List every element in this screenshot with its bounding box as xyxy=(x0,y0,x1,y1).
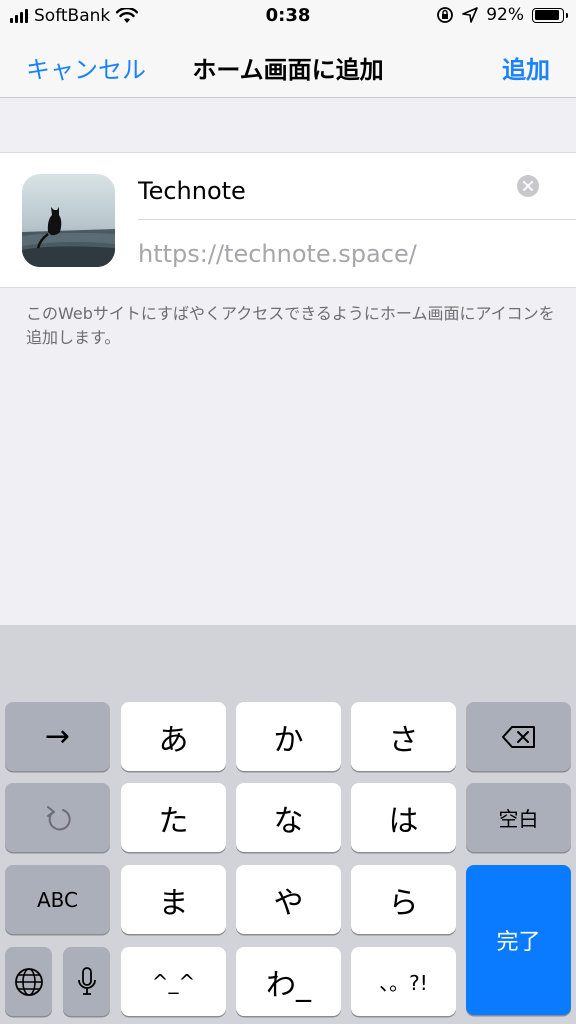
emoticon-key[interactable]: ^_^ xyxy=(121,947,226,1016)
key-na[interactable]: な xyxy=(236,783,341,852)
dictation-key[interactable] xyxy=(63,947,110,1016)
battery-icon xyxy=(532,7,568,23)
key-ta[interactable]: た xyxy=(121,783,226,852)
title-field[interactable] xyxy=(138,171,498,211)
battery-percent: 92% xyxy=(486,5,524,25)
backspace-icon xyxy=(501,725,535,748)
backspace-key[interactable] xyxy=(466,702,571,771)
bookmark-card: https://technote.space/ xyxy=(0,152,576,288)
undo-icon xyxy=(46,805,71,830)
status-right: 92% xyxy=(436,5,568,25)
next-candidate-key[interactable]: → xyxy=(5,702,110,771)
close-icon xyxy=(523,181,533,191)
microphone-icon xyxy=(77,966,96,995)
help-text: このWebサイトにすばやくアクセスできるようにホーム画面にアイコンを追加します。 xyxy=(26,304,555,347)
key-ka[interactable]: か xyxy=(236,702,341,771)
space-key[interactable]: 空白 xyxy=(466,783,571,852)
key-ra[interactable]: ら xyxy=(351,865,456,934)
site-icon-image xyxy=(22,174,115,267)
key-a[interactable]: あ xyxy=(121,702,226,771)
undo-key[interactable] xyxy=(5,783,110,852)
done-key[interactable]: 完了 xyxy=(466,865,571,1015)
status-bar: SoftBank 0:38 92% xyxy=(0,0,576,34)
url-text: https://technote.space/ xyxy=(138,240,417,268)
rotation-lock-icon xyxy=(437,7,454,23)
abc-key[interactable]: ABC xyxy=(5,865,110,934)
globe-key[interactable] xyxy=(5,947,52,1016)
key-ya[interactable]: や xyxy=(236,865,341,934)
globe-icon xyxy=(14,967,43,996)
key-ha[interactable]: は xyxy=(351,783,456,852)
keyboard: → あ か さ た な は 空白 ABC ま や ら 完了 ^_^ わ_ 、。?… xyxy=(0,625,576,1024)
navigation-bar: キャンセル ホーム画面に追加 追加 xyxy=(0,34,576,98)
location-arrow-icon xyxy=(462,7,479,23)
field-divider xyxy=(138,219,576,220)
clear-text-button[interactable] xyxy=(517,175,539,197)
add-button[interactable]: 追加 xyxy=(502,50,550,85)
cancel-button[interactable]: キャンセル xyxy=(26,50,146,85)
key-ma[interactable]: ま xyxy=(121,865,226,934)
key-sa[interactable]: さ xyxy=(351,702,456,771)
punctuation-key[interactable]: 、。?! xyxy=(351,947,456,1016)
key-wa[interactable]: わ_ xyxy=(236,947,341,1016)
